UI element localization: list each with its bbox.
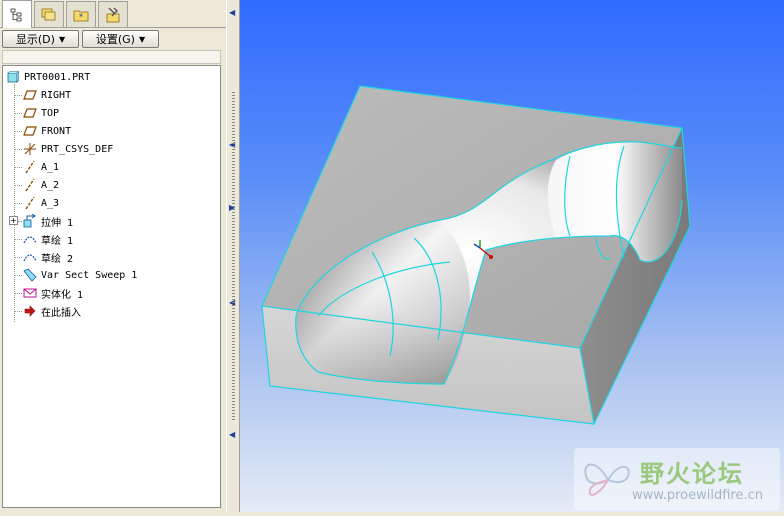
- tree-icon: [10, 8, 22, 21]
- datum-axis-icon: [22, 160, 38, 174]
- tree-item-sketch2[interactable]: 草绘 2: [22, 248, 73, 266]
- tree-item-front[interactable]: FRONT: [22, 122, 71, 140]
- navigator-toolbar: 显示(D) ▼ 设置(G) ▼: [0, 28, 226, 50]
- star-folder-icon: *: [73, 10, 89, 21]
- tree-item-label: Var Sect Sweep 1: [41, 269, 138, 281]
- tree-item-right[interactable]: RIGHT: [22, 86, 71, 104]
- sweep-icon: [22, 268, 38, 282]
- tree-item-label: PRT_CSYS_DEF: [41, 143, 114, 155]
- tree-connector-h: [14, 185, 22, 186]
- status-strip: [0, 512, 784, 516]
- tree-item-top[interactable]: TOP: [22, 104, 59, 122]
- sketch-icon: [22, 232, 38, 246]
- tree-connector-h: [14, 239, 22, 240]
- tree-item-label: RIGHT: [41, 89, 72, 101]
- tree-item-label: A_3: [41, 197, 60, 209]
- datum-plane-icon: [22, 88, 38, 102]
- tree-item-label: 拉伸 1: [41, 217, 74, 229]
- sketch-icon: [22, 250, 38, 264]
- tree-item-label: 实体化 1: [41, 289, 84, 301]
- datum-plane-icon: [22, 106, 38, 120]
- tree-connector-h: [14, 203, 22, 204]
- tree-item-label: 草绘 2: [41, 253, 74, 265]
- tree-item-var-sect-sweep[interactable]: Var Sect Sweep 1: [22, 266, 137, 284]
- display-dropdown-label: 显示(D): [15, 33, 55, 46]
- csys-icon: [22, 142, 38, 156]
- datum-axis-icon: [22, 196, 38, 210]
- tools-icon: [106, 7, 120, 22]
- insert-here-icon: [22, 304, 38, 318]
- model-tree: PRT0001.PRT RIGHT TOP FRONT PRT_CSYS_DEF…: [2, 65, 221, 508]
- forum-watermark: 野火论坛 www.proewildfire.cn: [574, 448, 780, 510]
- splitter-grip[interactable]: [232, 92, 235, 422]
- datum-plane-icon: [22, 124, 38, 138]
- caret-down-icon: ▼: [58, 34, 66, 44]
- collapse-arrow-icon[interactable]: ◀: [229, 430, 235, 439]
- tree-item-label: 在此插入: [41, 307, 81, 319]
- part-icon: [5, 70, 21, 84]
- tree-connector-h: [14, 275, 22, 276]
- tree-connector-h: [14, 131, 22, 132]
- tree-item-insert-here[interactable]: 在此插入: [22, 302, 81, 320]
- tree-item-label: TOP: [41, 107, 60, 119]
- tree-item-label: FRONT: [41, 125, 72, 137]
- svg-text:*: *: [79, 12, 83, 21]
- tree-item-sketch1[interactable]: 草绘 1: [22, 230, 73, 248]
- navigator-panel: * 显示(D) ▼ 设置(G) ▼ PRT0001.PRT RIGHT TOP …: [0, 0, 226, 516]
- panel-splitter[interactable]: ◀ ◀ ▶ ◀ ◀: [226, 0, 240, 516]
- extrude-icon: [22, 214, 38, 228]
- watermark-title: 野火论坛: [640, 460, 744, 488]
- tree-item-solidify[interactable]: 实体化 1: [22, 284, 83, 302]
- tree-connector-h: [14, 113, 22, 114]
- tree-connector-h: [14, 293, 22, 294]
- folder-browser-tab[interactable]: [34, 1, 64, 27]
- tree-item-a2[interactable]: A_2: [22, 176, 59, 194]
- datum-axis-icon: [22, 178, 38, 192]
- tree-connector-h: [14, 95, 22, 96]
- folders-icon: [41, 8, 56, 20]
- tree-connector-h: [14, 257, 22, 258]
- tree-item-label: A_2: [41, 179, 60, 191]
- navigator-tab-strip: *: [0, 0, 226, 28]
- tree-item-label: 草绘 1: [41, 235, 74, 247]
- display-dropdown[interactable]: 显示(D) ▼: [2, 30, 79, 48]
- graphics-viewport[interactable]: 野火论坛 www.proewildfire.cn: [240, 0, 784, 516]
- tree-item-label: A_1: [41, 161, 60, 173]
- tree-root-item[interactable]: PRT0001.PRT: [5, 68, 90, 86]
- tree-connector-h: [14, 167, 22, 168]
- tree-connector-h: [14, 311, 22, 312]
- tree-item-a1[interactable]: A_1: [22, 158, 59, 176]
- tree-connector-h: [14, 149, 22, 150]
- model-tree-tab[interactable]: [2, 0, 32, 28]
- tree-item-a3[interactable]: A_3: [22, 194, 59, 212]
- collapse-arrow-icon[interactable]: ◀: [229, 8, 235, 17]
- tree-item-extrude[interactable]: 拉伸 1: [22, 212, 73, 230]
- connections-tab[interactable]: [98, 1, 128, 27]
- tree-item-csys[interactable]: PRT_CSYS_DEF: [22, 140, 113, 158]
- butterfly-logo-icon: [584, 463, 630, 496]
- tree-root-label: PRT0001.PRT: [24, 71, 91, 83]
- settings-dropdown[interactable]: 设置(G) ▼: [82, 30, 159, 48]
- expand-toggle[interactable]: +: [9, 216, 18, 225]
- part-model-render[interactable]: [240, 0, 784, 516]
- caret-down-icon: ▼: [138, 34, 146, 44]
- settings-dropdown-label: 设置(G): [95, 33, 135, 46]
- watermark-url: www.proewildfire.cn: [632, 488, 763, 503]
- solidify-icon: [22, 286, 38, 300]
- favorites-tab[interactable]: *: [66, 1, 96, 27]
- tree-filter-row: [2, 50, 221, 64]
